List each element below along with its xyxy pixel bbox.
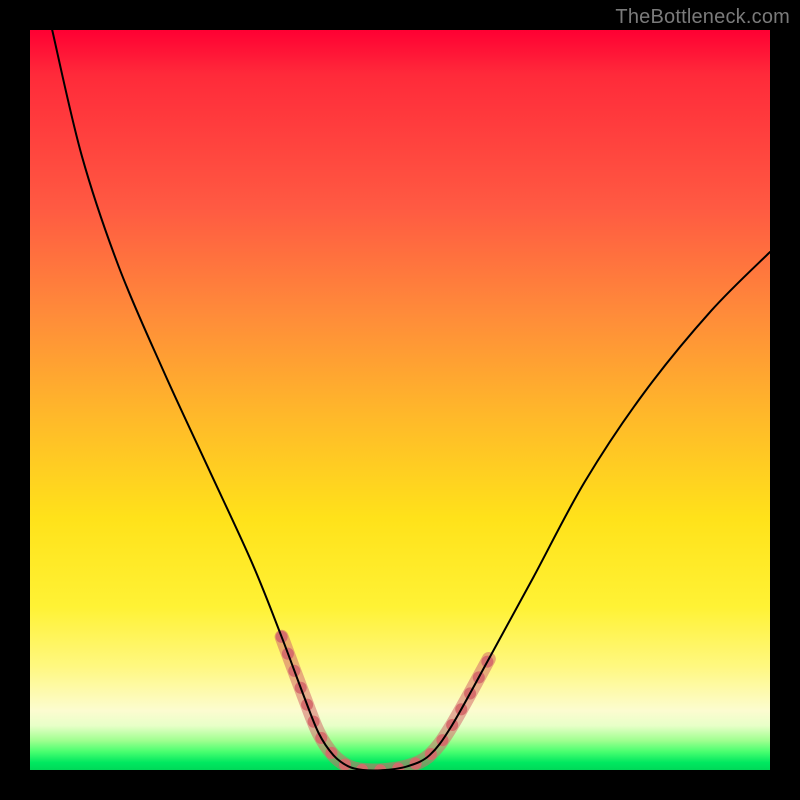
bottleneck-curve (52, 30, 770, 770)
chart-frame: TheBottleneck.com (0, 0, 800, 800)
watermark-text: TheBottleneck.com (615, 6, 790, 29)
curve-layer (30, 30, 770, 770)
plot-area (30, 30, 770, 770)
